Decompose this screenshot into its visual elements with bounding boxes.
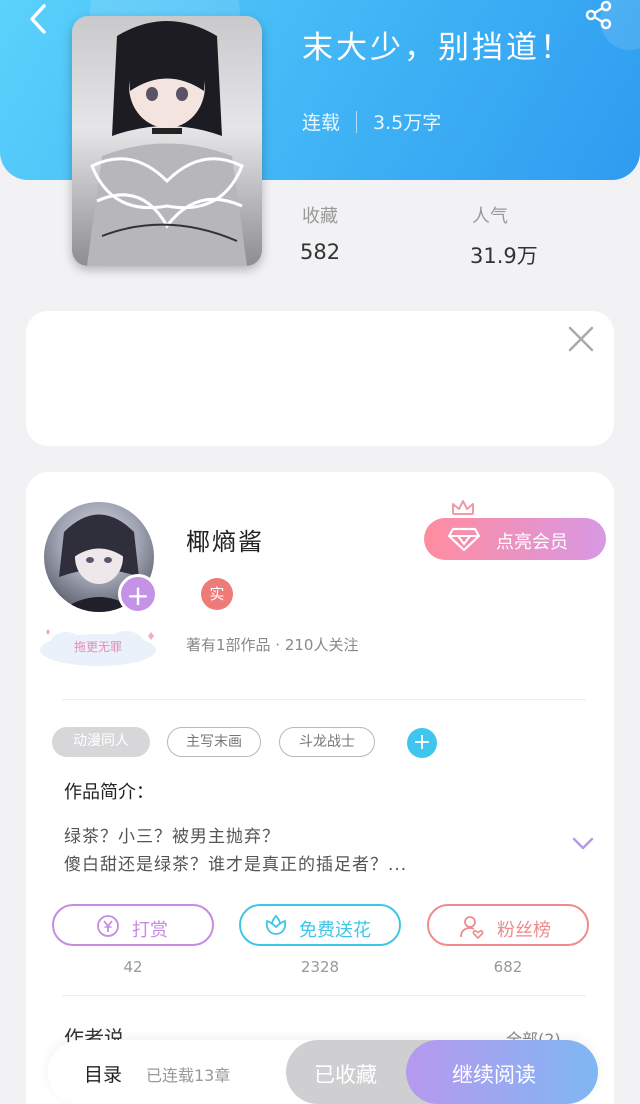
- reward-button[interactable]: 打赏: [52, 904, 214, 946]
- send-flower-label: 免费送花: [299, 920, 371, 941]
- ad-card: [26, 311, 614, 446]
- author-stats: 著有1部作品 · 210人关注: [186, 636, 359, 654]
- cover-illustration: [87, 21, 247, 266]
- catalog-button[interactable]: 目录: [84, 1060, 122, 1087]
- continue-reading-button[interactable]: 继续阅读: [406, 1040, 598, 1104]
- collected-label: 已收藏: [314, 1063, 377, 1087]
- popularity-value: 31.9万: [470, 244, 538, 268]
- book-meta: 连载 3.5万字: [302, 108, 441, 135]
- add-tag-button[interactable]: +: [407, 728, 437, 758]
- tag-item[interactable]: 动漫同人: [52, 727, 150, 757]
- flower-icon: [265, 914, 287, 935]
- flower-count: 2328: [300, 958, 340, 976]
- follow-author-button[interactable]: +: [118, 574, 158, 614]
- author-badge: 实: [201, 578, 233, 610]
- vip-button-label: 点亮会员: [496, 532, 568, 553]
- send-flower-button[interactable]: 免费送花: [239, 904, 401, 946]
- reward-label: 打赏: [132, 920, 168, 941]
- section-divider: [62, 995, 586, 996]
- book-title: 末大少，别挡道！: [302, 30, 574, 66]
- diamond-icon: [447, 527, 481, 552]
- popularity-label: 人气: [472, 206, 508, 227]
- fan-badge: 拖更无罪: [36, 626, 160, 670]
- fans-rank-label: 粉丝榜: [497, 920, 551, 941]
- fan-badge-text: 拖更无罪: [73, 640, 122, 654]
- continue-reading-label: 继续阅读: [452, 1063, 536, 1087]
- crown-icon: [452, 500, 474, 515]
- yen-coin-icon: [97, 915, 119, 937]
- chevron-down-icon[interactable]: [570, 834, 596, 854]
- intro-text-line: 傻白甜还是绿茶？谁才是真正的插足者？...: [64, 855, 408, 875]
- book-status: 连载: [302, 112, 341, 134]
- book-word-count: 3.5万字: [373, 112, 442, 134]
- intro-text-line: 绿茶？小三？被男主抛弃？: [64, 827, 280, 847]
- book-cover[interactable]: [72, 16, 262, 266]
- close-icon[interactable]: [566, 324, 596, 354]
- user-heart-icon: [460, 916, 484, 940]
- tag-item[interactable]: 斗龙战士: [279, 727, 375, 757]
- reward-count: 42: [123, 958, 143, 976]
- chapter-count: 已连载13章: [146, 1066, 231, 1085]
- intro-label: 作品简介：: [64, 782, 154, 803]
- author-name[interactable]: 椰熵酱: [186, 522, 264, 557]
- fans-count: 682: [493, 958, 523, 976]
- back-arrow-icon[interactable]: [22, 2, 56, 36]
- share-icon[interactable]: [584, 0, 614, 30]
- section-divider: [62, 699, 586, 700]
- fans-rank-button[interactable]: 粉丝榜: [427, 904, 589, 946]
- tag-item[interactable]: 主写末画: [167, 727, 261, 757]
- favorites-value: 582: [300, 240, 341, 264]
- meta-divider: [356, 110, 358, 133]
- favorites-label: 收藏: [302, 206, 338, 227]
